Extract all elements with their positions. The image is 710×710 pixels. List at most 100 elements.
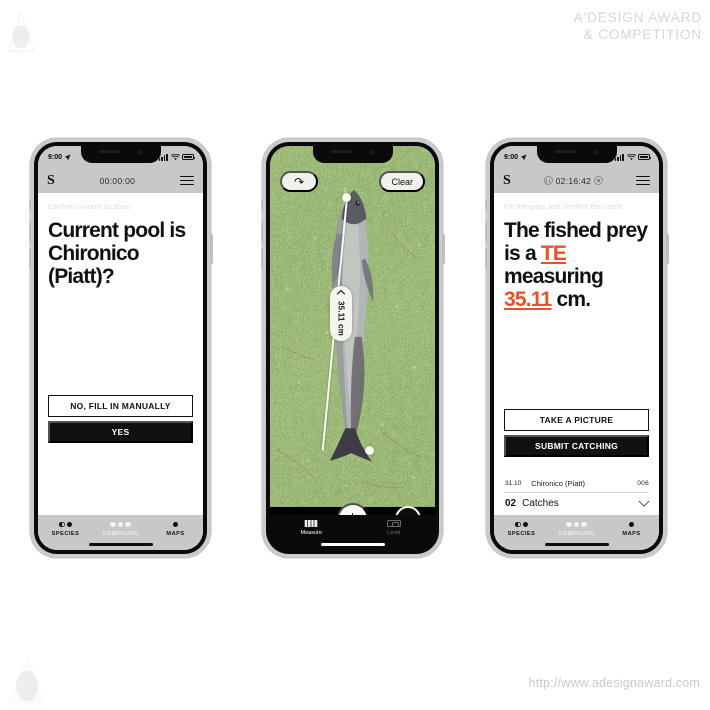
tab-level-label: Level (387, 530, 401, 536)
measure-end-node[interactable] (365, 446, 374, 455)
pause-circle-icon[interactable] (543, 176, 553, 185)
status-time: 9:00 (48, 153, 63, 161)
tab-maps[interactable]: MAPS (150, 521, 202, 537)
mute-switch (484, 200, 487, 210)
mute-switch (260, 200, 263, 210)
species-dots-icon (515, 521, 528, 528)
status-bar-right-3 (614, 153, 652, 161)
page-title: The fished prey is a TE measuring 35.11 … (504, 219, 649, 311)
screen-2: 35.11 cm ↶ Clear Measure Level (270, 146, 435, 550)
measurement-value: 35.11 cm (336, 301, 346, 336)
species-field[interactable]: TE (541, 242, 567, 265)
power-button (210, 234, 213, 264)
compiling-dots-icon (110, 521, 131, 528)
camera-viewfinder[interactable]: 35.11 cm ↶ Clear (270, 146, 435, 515)
tab-measure-label: Measure (300, 530, 322, 536)
session-timer: 02:16:42 (555, 175, 592, 186)
front-camera-icon (137, 150, 142, 155)
chevron-down-icon (638, 495, 650, 507)
screen-3: 9:00 S 02:16:42 Fill the gaps and confir… (494, 146, 659, 550)
app-header-1: S 00:00:00 (38, 168, 203, 193)
tab-maps[interactable]: MAPS (606, 521, 658, 537)
maps-dot-icon (628, 521, 635, 528)
front-camera-icon (369, 150, 374, 155)
main-content-1: Confirm current location: Current pool i… (38, 193, 203, 515)
hamburger-menu-icon[interactable] (635, 175, 650, 186)
wifi-icon (626, 153, 636, 160)
length-field[interactable]: 35.11 (504, 288, 552, 311)
catch-list-item[interactable]: 31.10 Chironico (Piatt) 006 (504, 475, 649, 493)
bottom-gap-1 (48, 443, 193, 515)
location-arrow-icon (520, 153, 527, 160)
app-logo[interactable]: S (503, 173, 511, 188)
hamburger-menu-icon[interactable] (179, 175, 194, 186)
status-bar-left-1: 9:00 (48, 154, 71, 161)
home-indicator-1 (88, 543, 153, 546)
screen-1: 9:00 S 00:00:00 Confirm current location… (38, 146, 203, 550)
ruler-icon (304, 520, 319, 527)
form-hint: Confirm current location: (48, 202, 133, 211)
earpiece-speaker-icon (555, 150, 578, 153)
stop-circle-icon[interactable] (594, 176, 604, 185)
submit-catching-button[interactable]: SUBMIT CATCHING (504, 435, 649, 457)
tab-species[interactable]: SPECIES (40, 521, 92, 537)
app-header-3: S 02:16:42 (494, 168, 659, 193)
tab-compiling-label: COMPILING (558, 531, 595, 537)
confirm-yes-button[interactable]: YES (48, 421, 193, 443)
measurement-badge[interactable]: 35.11 cm (330, 286, 352, 341)
grass-photo-background (270, 146, 435, 507)
headline-text-1: The fished prey is a (504, 219, 648, 266)
camera-shutter-button[interactable] (395, 506, 421, 515)
headline-text-3: cm. (551, 288, 591, 312)
form-hint: Fill the gaps and confirm the catch: (504, 202, 624, 211)
mute-switch (28, 200, 31, 210)
status-time: 9:00 (504, 153, 519, 161)
undo-button[interactable]: ↶ (280, 171, 318, 192)
compiling-dots-icon (566, 521, 587, 528)
volume-down-button (484, 248, 487, 268)
level-icon (386, 520, 401, 527)
tab-maps-label: MAPS (166, 531, 185, 537)
fill-in-manually-button[interactable]: NO, FILL IN MANUALLY (48, 395, 193, 417)
take-a-picture-button[interactable]: TAKE A PICTURE (504, 409, 649, 431)
status-bar-right-1 (158, 153, 196, 161)
tab-compiling[interactable]: COMPILING (551, 521, 603, 537)
tab-species[interactable]: SPECIES (496, 521, 548, 537)
volume-up-button (484, 222, 487, 242)
tab-species-label: SPECIES (507, 531, 536, 537)
battery-full-icon (182, 154, 196, 160)
undo-arrow-icon: ↶ (293, 174, 305, 189)
location-arrow-icon (64, 153, 71, 160)
volume-up-button (260, 222, 263, 242)
power-button (442, 234, 445, 264)
brand-line-2: & COMPETITION (583, 27, 702, 43)
footer-url: http://www.adesignaward.com (528, 676, 700, 690)
catches-accordion[interactable]: 02 Catches (504, 493, 650, 515)
volume-down-button (260, 248, 263, 268)
headline-text-2: measuring (504, 265, 604, 289)
front-camera-icon (593, 150, 598, 155)
tab-species-label: SPECIES (51, 531, 80, 537)
phone-bezel-3: 9:00 S 02:16:42 Fill the gaps and confir… (490, 142, 663, 554)
battery-full-icon (638, 154, 652, 160)
catch-number: 006 (637, 480, 649, 487)
measure-toolbar: ↶ Clear (270, 171, 435, 192)
phone-mockup-3: 9:00 S 02:16:42 Fill the gaps and confir… (484, 138, 669, 558)
volume-down-button (28, 248, 31, 268)
maps-dot-icon (172, 521, 179, 528)
phone-mockup-2: 35.11 cm ↶ Clear Measure Level (260, 138, 445, 558)
volume-up-button (28, 222, 31, 242)
tab-compiling[interactable]: COMPILING (95, 521, 147, 537)
brand-line-1: A'DESIGN AWARD (573, 10, 702, 25)
poster-canvas: A'DESIGN AWARD & COMPETITION http://www.… (0, 0, 710, 710)
app-logo[interactable]: S (47, 173, 55, 188)
catches-count: 02 (505, 498, 517, 509)
measure-start-node[interactable] (342, 193, 351, 202)
list-gap (504, 457, 649, 475)
clear-button[interactable]: Clear (379, 171, 425, 192)
catch-date: 31.10 (505, 480, 522, 487)
catches-label: Catches (522, 498, 559, 509)
main-content-3: Fill the gaps and confirm the catch: The… (494, 193, 659, 515)
